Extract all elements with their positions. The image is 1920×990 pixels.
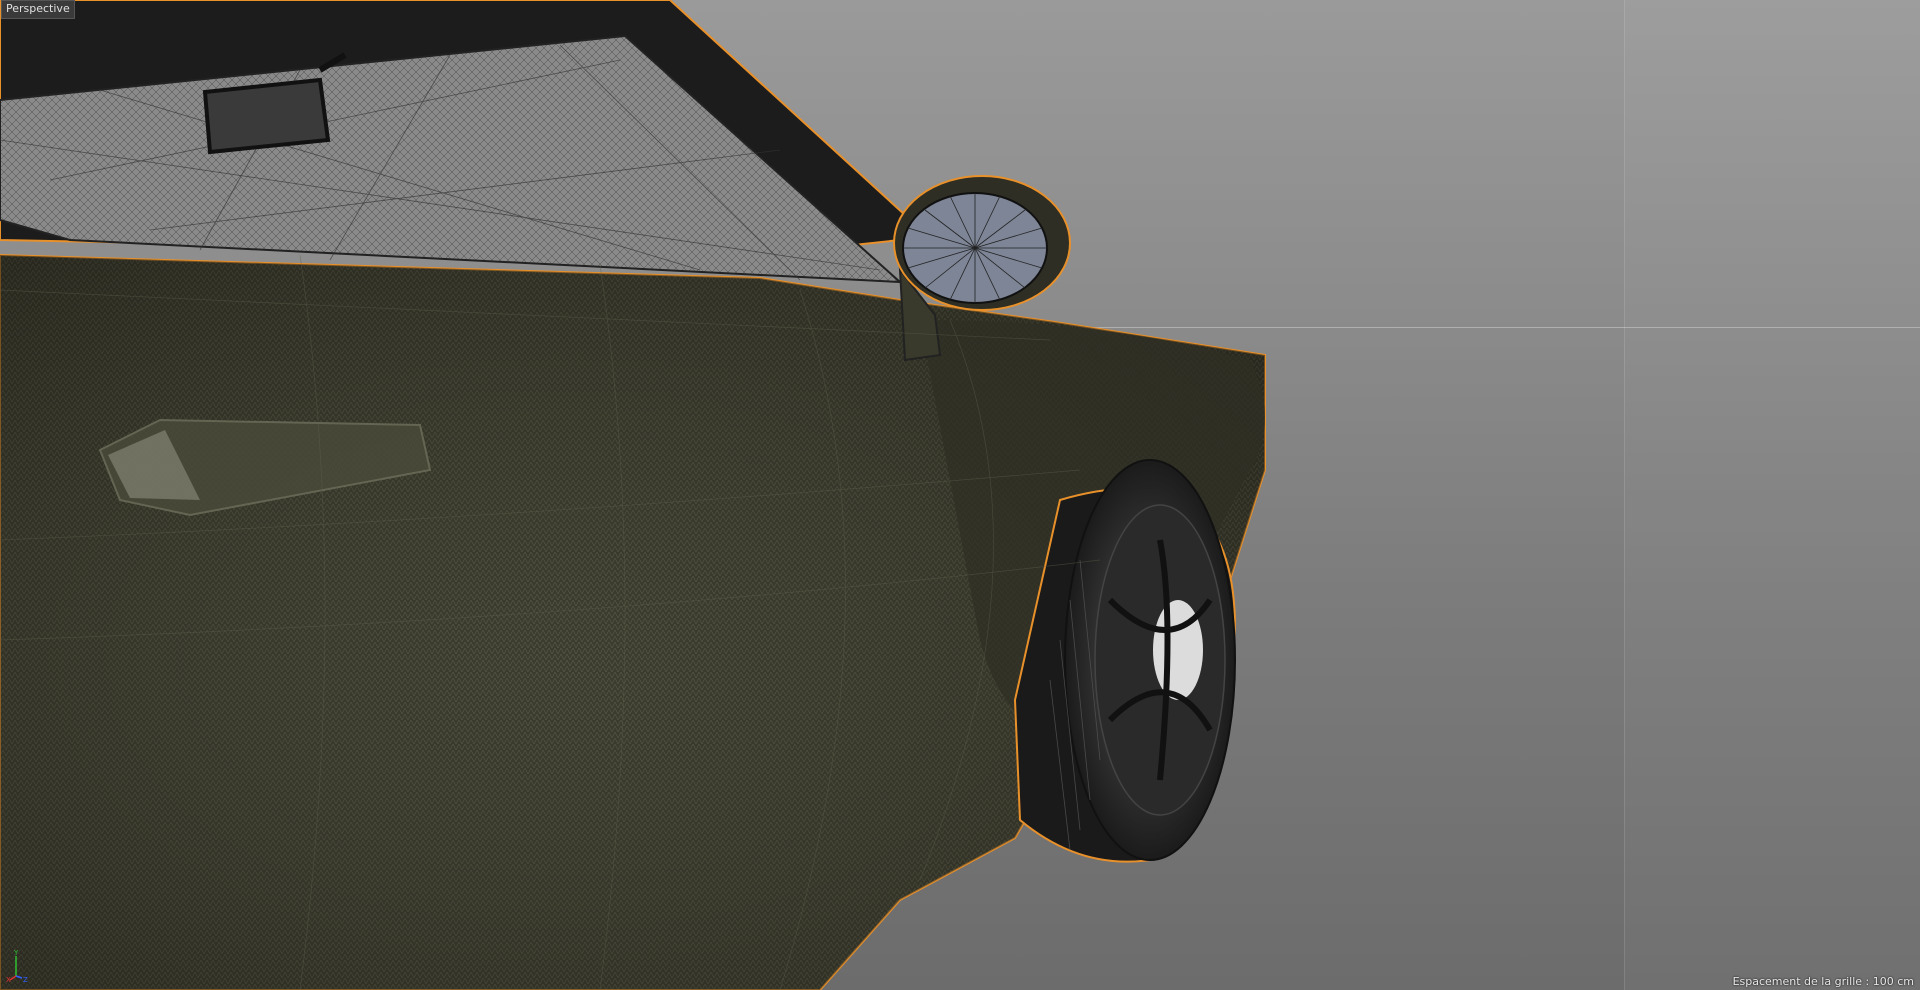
axis-gizmo: Y X Z: [6, 950, 28, 984]
grid-spacing-info: Espacement de la grille : 100 cm: [1732, 975, 1914, 988]
z-axis-label: Z: [23, 976, 28, 984]
x-axis-label: X: [6, 976, 11, 984]
y-axis-label: Y: [13, 950, 19, 957]
x-axis-line: [9, 975, 17, 981]
car-model[interactable]: [0, 0, 1920, 990]
3d-viewport[interactable]: Perspective Y X Z Espacement de la grill…: [0, 0, 1920, 990]
z-axis-line: [15, 975, 23, 979]
viewport-view-name[interactable]: Perspective: [1, 0, 75, 19]
rear-view-mirror: [202, 77, 331, 155]
